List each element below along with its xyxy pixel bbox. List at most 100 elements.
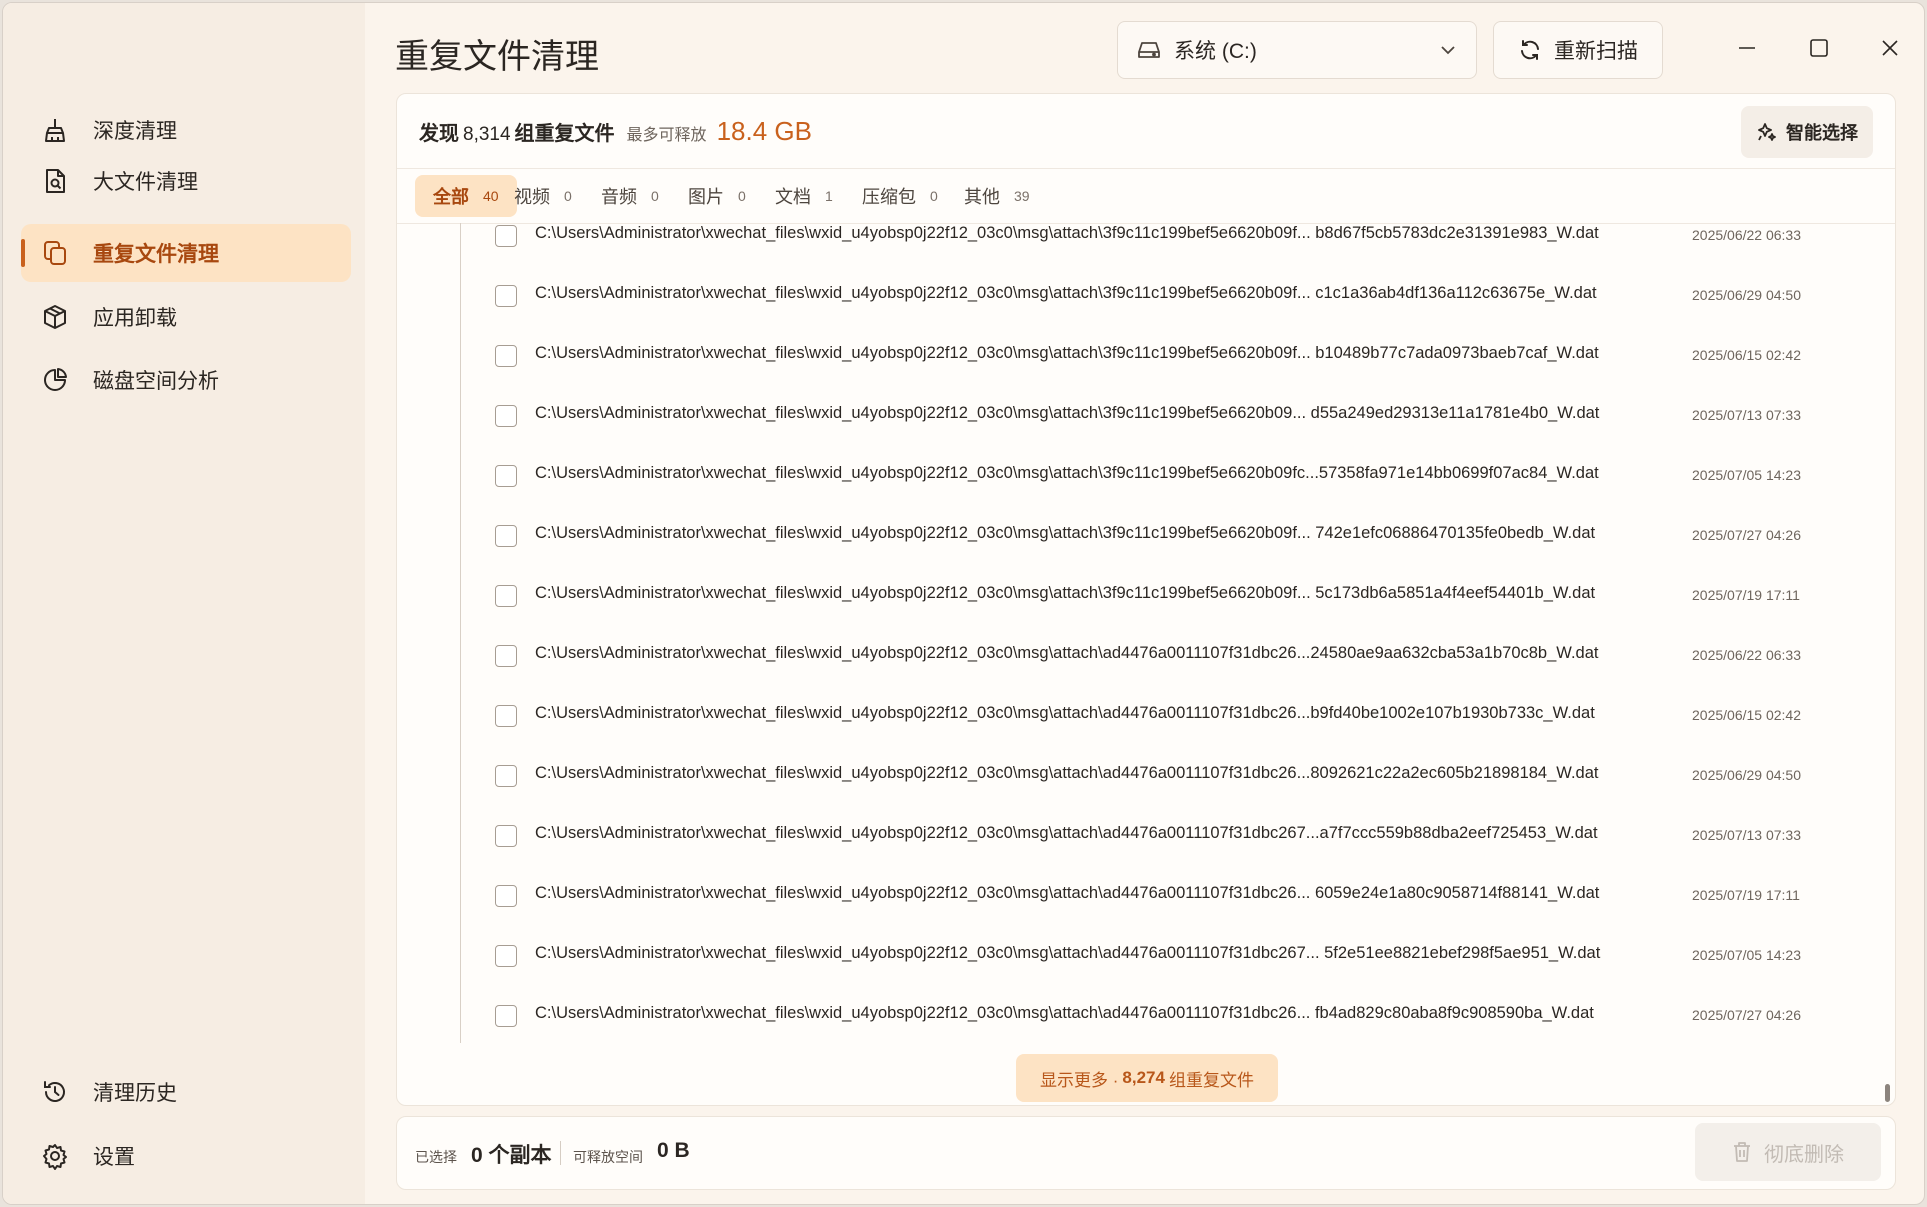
rescan-button[interactable]: 重新扫描: [1493, 21, 1663, 79]
show-more-button[interactable]: 显示更多 · 8,274 组重复文件: [1016, 1054, 1278, 1102]
scan-summary: 发现 8,314 组重复文件 最多可释放 18.4 GB: [419, 116, 812, 147]
tab-images[interactable]: 图片 0: [688, 175, 746, 217]
tab-label: 图片: [688, 187, 724, 207]
sidebar-item-settings[interactable]: 设置: [21, 1127, 351, 1185]
drive-select-value: 系统 (C:): [1174, 40, 1257, 63]
summary-max-free-value: 18.4 GB: [716, 116, 812, 146]
tab-label: 其他: [964, 187, 1000, 207]
file-date: 2025/06/29 04:50: [1692, 287, 1801, 303]
file-row[interactable]: C:\Users\Administrator\xwechat_files\wxi…: [397, 806, 1879, 866]
sidebar-item-label: 清理历史: [93, 1082, 177, 1105]
file-checkbox[interactable]: [495, 945, 517, 967]
tab-video[interactable]: 视频 0: [514, 175, 572, 217]
refresh-icon: [1518, 38, 1542, 62]
file-row[interactable]: C:\Users\Administrator\xwechat_files\wxi…: [397, 566, 1879, 626]
file-row[interactable]: C:\Users\Administrator\xwechat_files\wxi…: [397, 866, 1879, 926]
file-checkbox[interactable]: [495, 225, 517, 247]
file-search-icon: [39, 165, 71, 197]
broom-icon: [39, 114, 71, 146]
maximize-button[interactable]: [1804, 33, 1834, 63]
file-checkbox[interactable]: [495, 405, 517, 427]
file-row[interactable]: C:\Users\Administrator\xwechat_files\wxi…: [397, 386, 1879, 446]
file-row[interactable]: C:\Users\Administrator\xwechat_files\wxi…: [397, 223, 1879, 266]
file-date: 2025/07/27 04:26: [1692, 1007, 1801, 1023]
sidebar-item-duplicate-files[interactable]: 重复文件清理: [21, 224, 351, 282]
tab-other[interactable]: 其他 39: [964, 175, 1030, 217]
maximize-icon: [1810, 39, 1828, 57]
tab-label: 压缩包: [862, 187, 916, 207]
summary-group-count: 8,314: [463, 124, 511, 145]
file-date: 2025/06/22 06:33: [1692, 227, 1801, 243]
close-icon: [1882, 40, 1898, 56]
file-path: C:\Users\Administrator\xwechat_files\wxi…: [535, 584, 1596, 602]
sidebar-item-disk-analysis[interactable]: 磁盘空间分析: [21, 351, 351, 409]
tab-audio[interactable]: 音频 0: [601, 175, 659, 217]
file-row[interactable]: C:\Users\Administrator\xwechat_files\wxi…: [397, 266, 1879, 326]
minimize-button[interactable]: [1732, 33, 1762, 63]
file-date: 2025/07/05 14:23: [1692, 467, 1801, 483]
tab-label: 全部: [433, 187, 469, 207]
tab-archives[interactable]: 压缩包 0: [862, 175, 938, 217]
tab-count: 0: [651, 188, 659, 204]
file-row[interactable]: C:\Users\Administrator\xwechat_files\wxi…: [397, 446, 1879, 506]
file-row[interactable]: C:\Users\Administrator\xwechat_files\wxi…: [397, 746, 1879, 806]
summary-max-free-label: 最多可释放: [626, 127, 707, 144]
sidebar-item-label: 应用卸载: [93, 307, 177, 330]
copy-icon: [39, 237, 71, 269]
free-space-label: 可释放空间: [573, 1149, 643, 1165]
pie-chart-icon: [39, 364, 71, 396]
file-row[interactable]: C:\Users\Administrator\xwechat_files\wxi…: [397, 926, 1879, 986]
file-date: 2025/07/19 17:11: [1692, 587, 1800, 603]
file-checkbox[interactable]: [495, 705, 517, 727]
tab-all[interactable]: 全部 40: [415, 175, 517, 217]
delete-button[interactable]: 彻底删除: [1695, 1123, 1881, 1181]
package-icon: [39, 301, 71, 333]
file-checkbox[interactable]: [495, 885, 517, 907]
file-checkbox[interactable]: [495, 465, 517, 487]
drive-select[interactable]: 系统 (C:): [1117, 21, 1477, 79]
selected-value: 0 个副本: [471, 1144, 552, 1167]
chevron-down-icon: [1440, 45, 1456, 55]
sidebar: 深度清理 大文件清理 重复文件清理 应用卸载 磁盘空间分析 清理历史 设置: [3, 3, 365, 1204]
file-checkbox[interactable]: [495, 285, 517, 307]
file-date: 2025/07/27 04:26: [1692, 527, 1801, 543]
tab-count: 40: [483, 188, 499, 204]
file-checkbox[interactable]: [495, 765, 517, 787]
file-path: C:\Users\Administrator\xwechat_files\wxi…: [535, 944, 1601, 962]
tab-label: 视频: [514, 187, 550, 207]
tab-documents[interactable]: 文档 1: [775, 175, 833, 217]
rescan-button-label: 重新扫描: [1554, 40, 1638, 63]
tab-count: 1: [825, 188, 833, 204]
file-path: C:\Users\Administrator\xwechat_files\wxi…: [535, 764, 1599, 782]
summary-groups-suffix: 组重复文件: [514, 123, 615, 145]
smart-select-button[interactable]: 智能选择: [1741, 106, 1873, 158]
file-checkbox[interactable]: [495, 645, 517, 667]
file-checkbox[interactable]: [495, 585, 517, 607]
sidebar-item-uninstall[interactable]: 应用卸载: [21, 288, 351, 346]
file-date: 2025/07/13 07:33: [1692, 827, 1801, 843]
sidebar-item-deep-clean[interactable]: 深度清理: [21, 101, 351, 159]
sparkle-icon: [1756, 121, 1778, 143]
minimize-icon: [1739, 47, 1755, 49]
file-date: 2025/06/15 02:42: [1692, 707, 1801, 723]
scrollbar-thumb[interactable]: [1885, 1084, 1890, 1102]
file-row[interactable]: C:\Users\Administrator\xwechat_files\wxi…: [397, 326, 1879, 386]
summary-found: 发现: [419, 123, 459, 145]
file-row[interactable]: C:\Users\Administrator\xwechat_files\wxi…: [397, 506, 1879, 566]
file-row[interactable]: C:\Users\Administrator\xwechat_files\wxi…: [397, 986, 1879, 1043]
file-checkbox[interactable]: [495, 1005, 517, 1027]
footer-divider: [560, 1141, 561, 1165]
show-more-count: 8,274: [1122, 1068, 1165, 1087]
file-date: 2025/06/22 06:33: [1692, 647, 1801, 663]
file-row[interactable]: C:\Users\Administrator\xwechat_files\wxi…: [397, 686, 1879, 746]
close-button[interactable]: [1875, 33, 1905, 63]
file-checkbox[interactable]: [495, 345, 517, 367]
sidebar-item-large-files[interactable]: 大文件清理: [21, 152, 351, 210]
sidebar-item-label: 磁盘空间分析: [93, 370, 219, 393]
sidebar-item-history[interactable]: 清理历史: [21, 1063, 351, 1121]
file-checkbox[interactable]: [495, 525, 517, 547]
file-row[interactable]: C:\Users\Administrator\xwechat_files\wxi…: [397, 626, 1879, 686]
sidebar-item-label: 设置: [93, 1146, 135, 1169]
file-checkbox[interactable]: [495, 825, 517, 847]
file-path: C:\Users\Administrator\xwechat_files\wxi…: [535, 404, 1600, 422]
